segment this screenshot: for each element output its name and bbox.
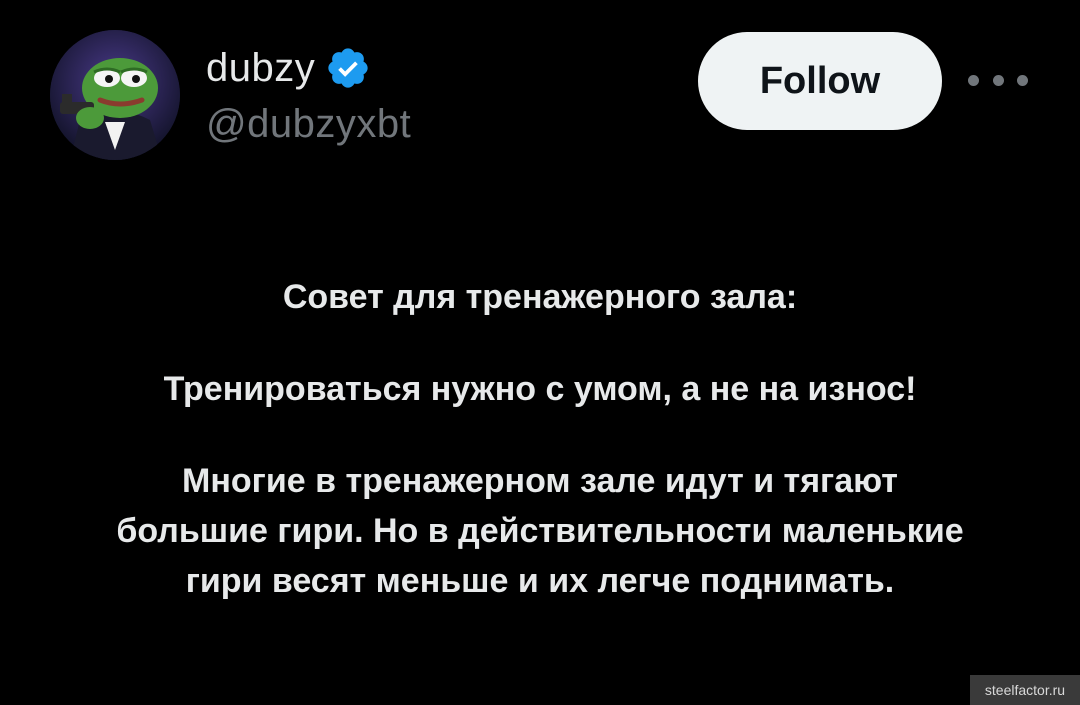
follow-button[interactable]: Follow bbox=[698, 32, 942, 130]
tweet-header: dubzy @dubzyxbt Follow bbox=[0, 0, 1080, 170]
tweet-title: Совет для тренажерного зала: bbox=[282, 278, 798, 316]
display-name[interactable]: dubzy bbox=[206, 48, 315, 88]
tweet-paragraph-line: гири весят меньше и их легче поднимать. bbox=[185, 562, 895, 600]
watermark: steelfactor.ru bbox=[970, 675, 1080, 705]
more-options-button[interactable] bbox=[968, 62, 1028, 98]
user-handle[interactable]: @dubzyxbt bbox=[206, 104, 411, 144]
tweet-paragraph-line: Многие в тренажерном зале идут и тягают bbox=[182, 462, 898, 500]
tweet-paragraph-line: большие гири. Но в действительности мале… bbox=[116, 512, 964, 550]
avatar[interactable] bbox=[50, 30, 180, 160]
tweet-line: Тренироваться нужно с умом, а не на изно… bbox=[163, 370, 917, 408]
tweet-text: Совет для тренажерного зала: Тренировать… bbox=[20, 272, 1060, 606]
more-horizontal-icon bbox=[968, 74, 979, 86]
pepe-frog-avatar-icon bbox=[50, 30, 180, 160]
more-horizontal-icon bbox=[1017, 74, 1028, 86]
verified-badge-icon bbox=[328, 48, 368, 88]
more-horizontal-icon bbox=[992, 74, 1004, 86]
display-name-row: dubzy bbox=[206, 40, 371, 96]
